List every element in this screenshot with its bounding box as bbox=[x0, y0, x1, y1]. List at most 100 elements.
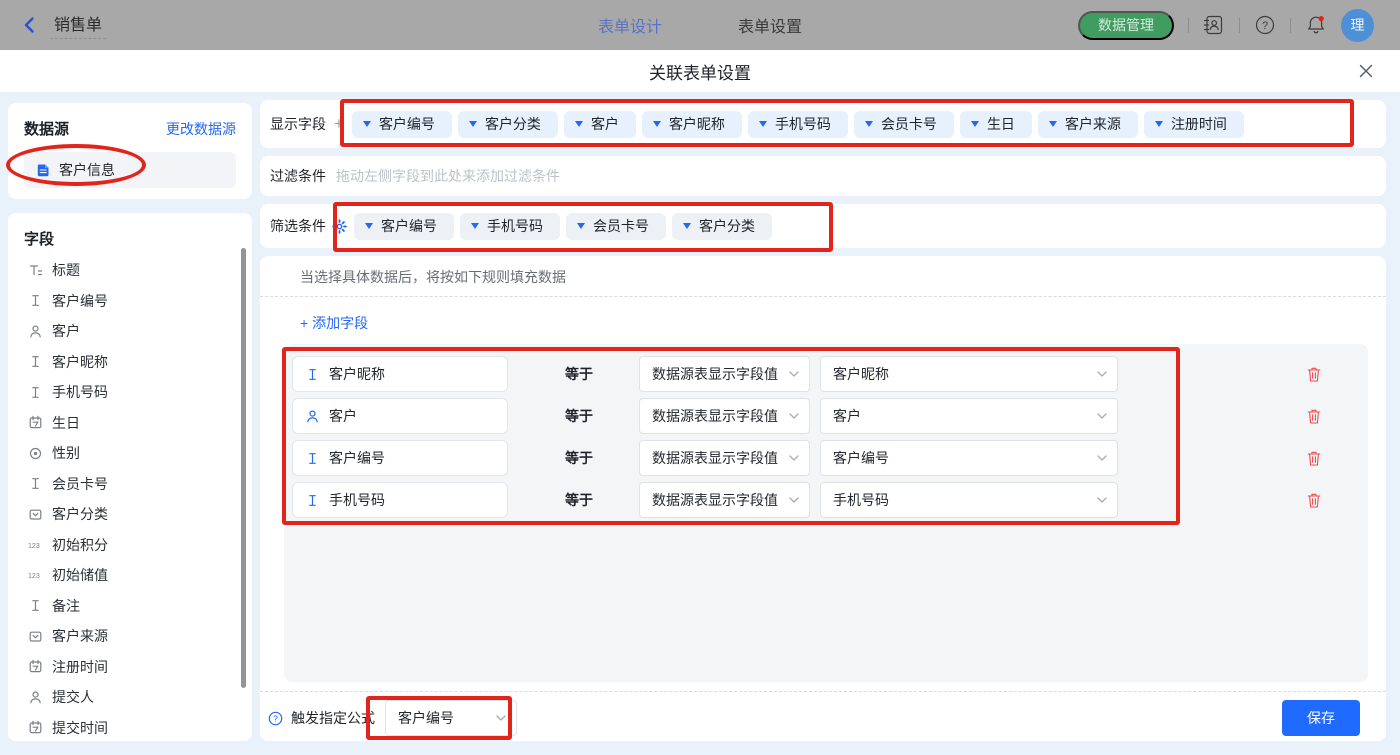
doc-icon bbox=[36, 163, 51, 178]
field-label: 备注 bbox=[52, 596, 80, 616]
field-chip[interactable]: 手机号码 bbox=[460, 213, 560, 240]
field-chip[interactable]: 手机号码 bbox=[748, 111, 848, 138]
change-datasource-link[interactable]: 更改数据源 bbox=[166, 119, 236, 139]
field-list-item[interactable]: 客户分类 bbox=[8, 499, 252, 530]
field-list-item[interactable]: 标题 bbox=[8, 255, 252, 286]
rule-source-value: 数据源表显示字段值 bbox=[652, 448, 778, 468]
filter-condition-label: 过滤条件 bbox=[270, 166, 326, 186]
field-list-item[interactable]: 注册时间 bbox=[8, 652, 252, 683]
chevron-down-icon bbox=[789, 455, 799, 461]
rule-target-select[interactable]: 客户编号 bbox=[820, 440, 1118, 476]
field-chip[interactable]: 客户来源 bbox=[1038, 111, 1138, 138]
chevron-down-icon bbox=[789, 497, 799, 503]
field-list-item[interactable]: 123 初始积分 bbox=[8, 530, 252, 561]
chip-label: 客户昵称 bbox=[669, 114, 725, 134]
rule-source-select[interactable]: 数据源表显示字段值 bbox=[639, 440, 810, 476]
field-chip[interactable]: 会员卡号 bbox=[854, 111, 954, 138]
field-chip[interactable]: 客户昵称 bbox=[642, 111, 742, 138]
field-chip[interactable]: 客户编号 bbox=[354, 213, 454, 240]
field-list-item[interactable]: 备注 bbox=[8, 591, 252, 622]
chip-label: 客户分类 bbox=[485, 114, 541, 134]
save-button[interactable]: 保存 bbox=[1282, 700, 1360, 736]
field-chip[interactable]: 客户分类 bbox=[458, 111, 558, 138]
trigger-formula-select[interactable]: 客户编号 bbox=[385, 700, 517, 736]
field-chip[interactable]: 注册时间 bbox=[1144, 111, 1244, 138]
field-list-item[interactable]: 客户来源 bbox=[8, 621, 252, 652]
chip-label: 客户来源 bbox=[1065, 114, 1121, 134]
field-chip[interactable]: 生日 bbox=[960, 111, 1032, 138]
field-chip[interactable]: 客户 bbox=[564, 111, 636, 138]
rule-field-label: 客户编号 bbox=[329, 448, 385, 468]
scrollbar-thumb[interactable] bbox=[241, 248, 246, 688]
rule-source-select[interactable]: 数据源表显示字段值 bbox=[639, 356, 810, 392]
top-bar: 销售单 表单设计 表单设置 数据管理 ? 理 bbox=[0, 0, 1400, 50]
close-icon[interactable] bbox=[1358, 63, 1374, 79]
field-list-item[interactable]: 提交人 bbox=[8, 682, 252, 713]
divider bbox=[1290, 18, 1291, 33]
rule-target-select[interactable]: 客户昵称 bbox=[820, 356, 1118, 392]
field-list-item[interactable]: 提交时间 bbox=[8, 713, 252, 742]
field-list-item[interactable]: 客户编号 bbox=[8, 286, 252, 317]
rule-field-label: 客户 bbox=[329, 406, 357, 426]
rule-target-select[interactable]: 手机号码 bbox=[820, 482, 1118, 518]
field-list-item[interactable]: 123 初始储值 bbox=[8, 560, 252, 591]
text-icon bbox=[28, 385, 43, 400]
help-circle-icon[interactable]: ? bbox=[268, 711, 283, 726]
rule-source-select[interactable]: 数据源表显示字段值 bbox=[639, 398, 810, 434]
address-book-icon[interactable] bbox=[1203, 14, 1225, 36]
calendar-icon bbox=[28, 415, 43, 430]
tab-form-design[interactable]: 表单设计 bbox=[598, 13, 662, 37]
trash-icon[interactable] bbox=[1306, 408, 1322, 425]
rule-field-box[interactable]: 客户 bbox=[292, 398, 508, 434]
filter-dropzone-placeholder[interactable]: 拖动左侧字段到此处来添加过滤条件 bbox=[336, 166, 560, 186]
add-display-field-button[interactable]: + bbox=[334, 114, 344, 134]
chip-label: 客户编号 bbox=[381, 216, 437, 236]
triangle-down-icon bbox=[471, 223, 479, 229]
help-icon[interactable]: ? bbox=[1254, 14, 1276, 36]
field-list-item[interactable]: 手机号码 bbox=[8, 377, 252, 408]
rule-field-box[interactable]: 客户昵称 bbox=[292, 356, 508, 392]
field-list-item[interactable]: 客户昵称 bbox=[8, 347, 252, 378]
field-chip[interactable]: 客户编号 bbox=[352, 111, 452, 138]
field-list-item[interactable]: 会员卡号 bbox=[8, 469, 252, 500]
field-chip[interactable]: 客户分类 bbox=[672, 213, 772, 240]
back-icon[interactable] bbox=[20, 15, 40, 35]
field-label: 提交人 bbox=[52, 687, 94, 707]
screen-condition-label: 筛选条件 bbox=[270, 216, 326, 236]
chip-label: 手机号码 bbox=[775, 114, 831, 134]
datasource-item[interactable]: 客户信息 bbox=[24, 152, 236, 188]
rule-field-box[interactable]: 手机号码 bbox=[292, 482, 508, 518]
select-icon bbox=[28, 507, 43, 522]
svg-text:?: ? bbox=[1262, 20, 1268, 32]
rule-source-value: 数据源表显示字段值 bbox=[652, 364, 778, 384]
field-list-item[interactable]: 生日 bbox=[8, 408, 252, 439]
tab-form-settings[interactable]: 表单设置 bbox=[738, 13, 802, 37]
add-field-link[interactable]: + 添加字段 bbox=[300, 313, 368, 333]
datasource-item-label: 客户信息 bbox=[59, 160, 115, 180]
field-list: 标题 客户编号 客户 客户昵称 手机号码 生日 性别 会员卡号 客户分类 123… bbox=[8, 255, 252, 741]
field-list-item[interactable]: 客户 bbox=[8, 316, 252, 347]
trash-icon[interactable] bbox=[1306, 450, 1322, 467]
field-list-item[interactable]: 性别 bbox=[8, 438, 252, 469]
avatar[interactable]: 理 bbox=[1341, 9, 1374, 42]
gear-icon[interactable] bbox=[332, 219, 347, 234]
rule-target-select[interactable]: 客户 bbox=[820, 398, 1118, 434]
trash-icon[interactable] bbox=[1306, 366, 1322, 383]
document-name[interactable]: 销售单 bbox=[50, 11, 106, 39]
triangle-down-icon bbox=[469, 121, 477, 127]
data-manage-button[interactable]: 数据管理 bbox=[1078, 11, 1174, 40]
rule-field-box[interactable]: 客户编号 bbox=[292, 440, 508, 476]
field-chip[interactable]: 会员卡号 bbox=[566, 213, 666, 240]
triangle-down-icon bbox=[971, 121, 979, 127]
rule-source-select[interactable]: 数据源表显示字段值 bbox=[639, 482, 810, 518]
display-fields-label: 显示字段 bbox=[270, 114, 326, 134]
field-label: 提交时间 bbox=[52, 718, 108, 738]
trash-icon[interactable] bbox=[1306, 492, 1322, 509]
rule-target-value: 手机号码 bbox=[833, 490, 889, 510]
bell-icon[interactable] bbox=[1305, 14, 1327, 36]
field-label: 初始储值 bbox=[52, 565, 108, 585]
filter-condition-row: 过滤条件 拖动左侧字段到此处来添加过滤条件 bbox=[260, 156, 1386, 196]
chip-label: 会员卡号 bbox=[593, 216, 649, 236]
number-icon: 123 bbox=[28, 537, 43, 552]
calendar-icon bbox=[28, 720, 43, 735]
